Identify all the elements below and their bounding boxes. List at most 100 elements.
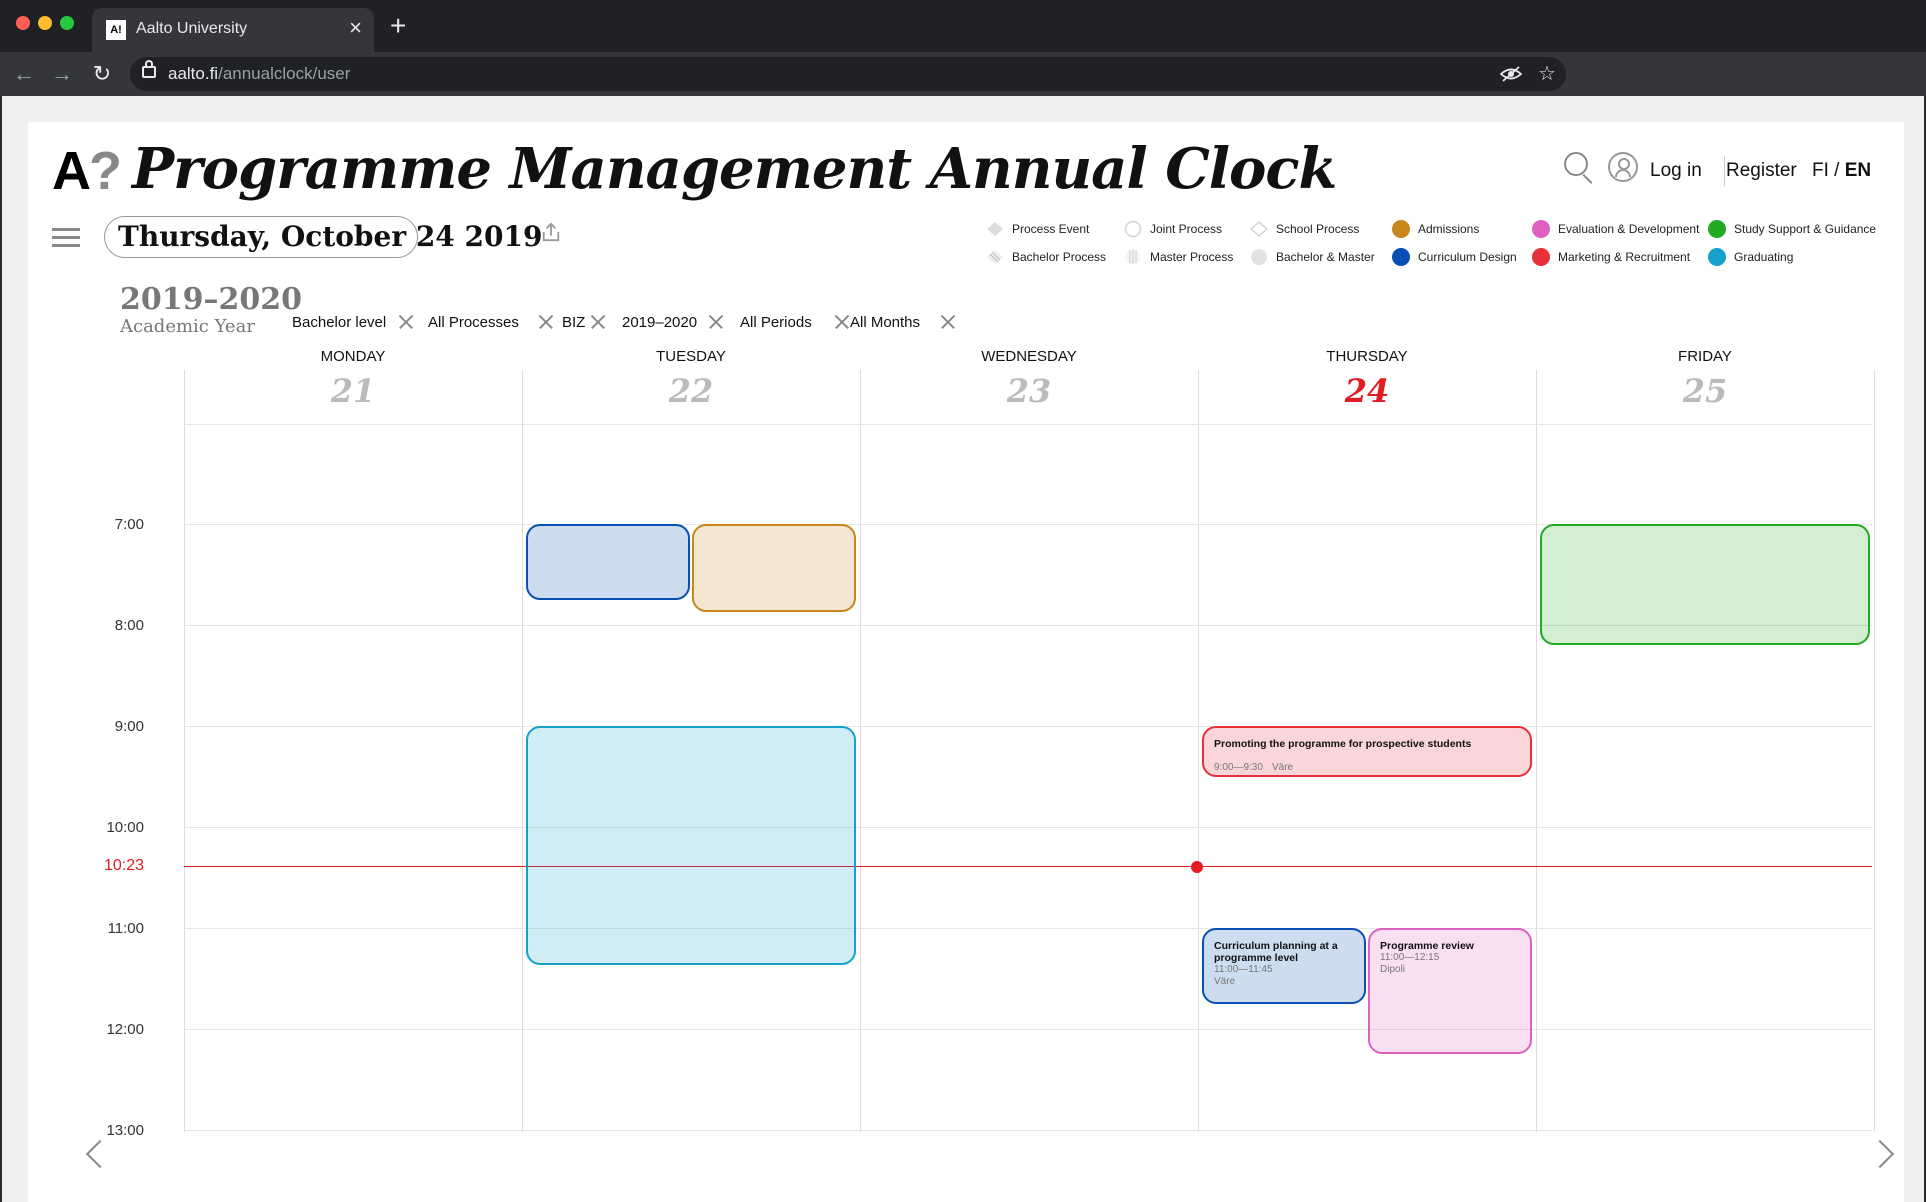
filter-chip-all-months[interactable]: All Months [850,314,920,331]
filter-chip-bachelor-level[interactable]: Bachelor level [292,314,386,331]
remove-filter-icon[interactable] [590,314,606,330]
previous-week-arrow-icon[interactable] [85,1139,115,1169]
legend-label: Joint Process [1150,222,1223,236]
reload-icon[interactable]: ↻ [86,58,118,90]
filter-chip-all-processes[interactable]: All Processes [428,314,519,331]
academic-year-label: Academic Year [120,316,255,337]
address-bar[interactable]: aalto.fi/annualclock/user ☆ [130,57,1566,91]
logo-a: A [52,141,91,201]
time-label: 8:00 [114,617,144,634]
filter-chip-2019-2020[interactable]: 2019–2020 [622,314,697,331]
legend-label: Process Event [1012,222,1090,236]
close-window-button[interactable] [16,16,30,30]
time-label: 12:00 [106,1021,144,1038]
browser-toolbar: ← → ↻ aalto.fi/annualclock/user ☆ [0,52,1926,96]
lang-en-link[interactable]: EN [1845,160,1871,181]
event-marketing-recruitment[interactable]: Promoting the programme for prospective … [1202,726,1532,777]
lang-fi-link[interactable]: FI [1812,160,1829,181]
time-label: 13:00 [106,1122,144,1139]
event-study-support-guidance[interactable] [1540,524,1870,646]
time-label: 7:00 [114,516,144,533]
legend-diamond-filled-icon [986,220,1004,238]
browser-tab[interactable]: A! Aalto University × [92,8,374,52]
day-number[interactable]: 22 [522,372,860,410]
time-label: 11:00 [107,920,144,937]
eye-off-icon[interactable] [1500,65,1522,83]
hour-gridline [184,827,1872,828]
search-icon[interactable] [1564,152,1588,176]
header-divider [1724,156,1725,186]
filter-chip-all-periods[interactable]: All Periods [740,314,812,331]
url-text: aalto.fi/annualclock/user [168,64,350,84]
event-graduating[interactable] [526,726,856,966]
back-icon[interactable]: ← [8,58,40,90]
current-time-line [184,865,1872,868]
event-time: 11:00—12:15 [1380,952,1440,963]
event-time: 11:00—11:45 [1214,964,1273,975]
page-title: Programme Management Annual Clock [132,136,1337,202]
day-number[interactable]: 23 [860,372,1198,410]
event-curriculum-design[interactable] [526,524,690,600]
remove-filter-icon[interactable] [834,314,850,330]
url-path: /annualclock/user [218,64,351,83]
bookmark-star-icon[interactable]: ☆ [1538,62,1556,86]
legend-label: Evaluation & Development [1558,222,1700,236]
header-row-divider [184,424,1872,425]
share-icon[interactable] [540,222,562,242]
legend-curriculum-design-dot-icon [1392,248,1410,266]
event-place: Väre [1272,762,1294,773]
day-column-divider [1874,370,1875,1132]
time-label: 10:00 [106,819,144,836]
legend-graduating-dot-icon [1708,248,1726,266]
day-column-divider [860,370,861,1132]
day-number[interactable]: 21 [184,372,522,410]
event-admissions[interactable] [692,524,856,612]
legend-label: Master Process [1150,250,1234,264]
day-header-wednesday: WEDNESDAY [981,348,1077,365]
lang-separator: / [1828,160,1845,181]
logo-question: ? [89,141,122,201]
remove-filter-icon[interactable] [708,314,724,330]
day-column-divider [184,370,185,1132]
event-time: 9:00—9:30 [1214,762,1263,773]
event-title: Curriculum planning at a programme level [1214,940,1338,964]
tab-close-icon[interactable]: × [349,16,362,40]
legend-label: Bachelor Process [1012,250,1107,264]
hour-gridline [184,1029,1872,1030]
remove-filter-icon[interactable] [398,314,414,330]
forward-icon[interactable]: → [46,58,78,90]
event-curriculum-design[interactable]: Curriculum planning at a programme level… [1202,928,1366,1004]
tab-title: Aalto University [136,20,248,37]
legend-study-support-guidance-dot-icon [1708,220,1726,238]
zoom-window-button[interactable] [60,16,74,30]
current-date: Thursday, October 24 2019 [118,220,543,253]
login-link[interactable]: Log in [1650,160,1702,182]
day-column-divider [1198,370,1199,1132]
legend-marketing-recruitment-dot-icon [1532,248,1550,266]
event-place: Dipoli [1380,964,1406,975]
event-title: Promoting the programme for prospective … [1214,738,1472,750]
remove-filter-icon[interactable] [538,314,554,330]
legend-label: Graduating [1734,250,1794,264]
day-number[interactable]: 25 [1536,372,1874,410]
hour-gridline [184,726,1872,727]
next-week-arrow-icon[interactable] [1865,1139,1895,1169]
menu-icon[interactable] [52,228,80,248]
register-link[interactable]: Register [1726,160,1797,182]
new-tab-icon[interactable]: + [390,10,406,42]
minimize-window-button[interactable] [38,16,52,30]
event-evaluation-development[interactable]: Programme review 11:00—12:15 Dipoli [1368,928,1532,1055]
aalto-logo[interactable]: A? [52,140,122,202]
event-title: Programme review [1380,940,1474,952]
filter-chip-biz[interactable]: BIZ [562,314,585,331]
annual-clock-page: A? Programme Management Annual Clock Log… [28,122,1904,1202]
day-number-today[interactable]: 24 [1198,372,1536,410]
user-icon[interactable] [1608,152,1638,182]
day-header-thursday: THURSDAY [1326,348,1408,365]
legend-diamond-outline-icon [1250,220,1268,238]
legend-admissions-dot-icon [1392,220,1410,238]
hour-gridline [184,928,1872,929]
day-column-divider [1536,370,1537,1132]
current-time-dot-icon [1191,860,1203,873]
remove-filter-icon[interactable] [940,314,956,330]
